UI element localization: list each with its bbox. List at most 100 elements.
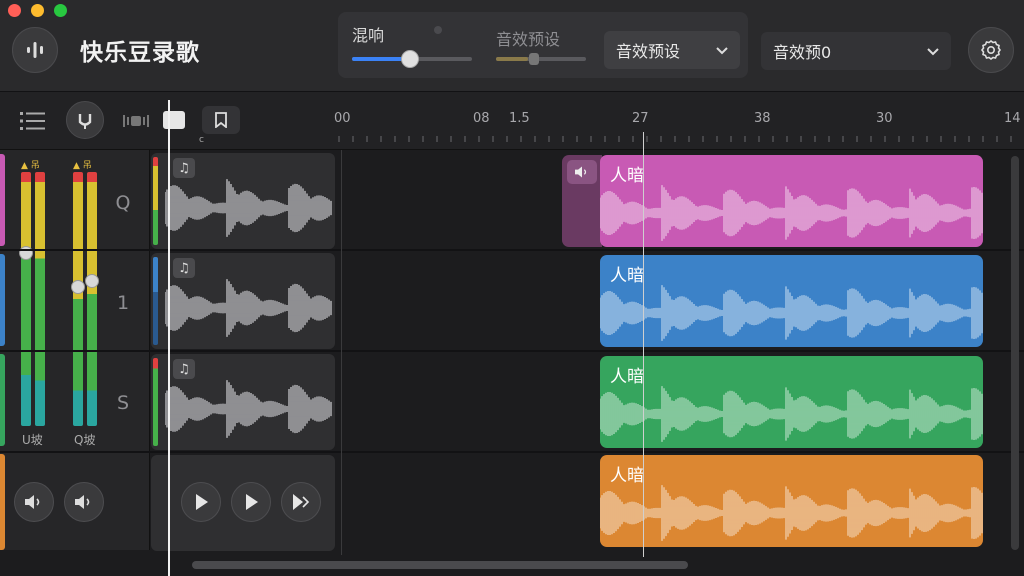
channel-b-label: Q坡 bbox=[74, 433, 96, 447]
list-icon bbox=[20, 112, 45, 130]
tuning-fork-icon bbox=[78, 114, 92, 129]
ruler-label: 38 bbox=[754, 111, 771, 126]
app-waveform-button[interactable] bbox=[12, 27, 58, 73]
tuning-button[interactable] bbox=[66, 101, 104, 139]
horizontal-scrollbar[interactable] bbox=[192, 561, 688, 569]
music-note-icon: ♫ bbox=[173, 158, 195, 178]
track-number: S bbox=[116, 392, 130, 414]
track-color-strip bbox=[0, 154, 5, 246]
preset-label: 音效预设 bbox=[496, 30, 561, 49]
channel-a-label: U坡 bbox=[22, 433, 43, 447]
preset-select-value: 音效预设 bbox=[616, 42, 681, 61]
track-color-strip bbox=[0, 454, 5, 550]
preset-dropdown[interactable]: 音效预0 bbox=[761, 32, 951, 70]
audio-clip[interactable]: 人暗 bbox=[600, 155, 983, 247]
play-track-button[interactable] bbox=[231, 482, 271, 522]
pan-fader[interactable] bbox=[71, 280, 85, 294]
track-header[interactable]: ♫ bbox=[151, 253, 335, 349]
track-level-meter bbox=[153, 257, 158, 345]
ruler-label: 08 bbox=[473, 111, 490, 126]
music-note-icon: ♫ bbox=[173, 258, 195, 278]
play-button[interactable] bbox=[181, 482, 221, 522]
marker-line bbox=[643, 132, 644, 557]
audio-clip[interactable]: 人暗 bbox=[600, 455, 983, 547]
reverb-slider-knob[interactable] bbox=[401, 50, 419, 68]
track-waveform bbox=[165, 279, 332, 337]
pre-roll-region[interactable] bbox=[562, 155, 602, 247]
title-bar: 快乐豆录歌 混响 音效预设 音效预设 音效预0 bbox=[0, 0, 1024, 92]
level-meter-right bbox=[35, 172, 45, 426]
track-list-button[interactable] bbox=[20, 110, 46, 136]
preset-slider[interactable] bbox=[496, 57, 586, 61]
solo-button[interactable] bbox=[64, 482, 104, 522]
playhead-marker-button[interactable] bbox=[163, 111, 185, 129]
ruler-label: 00 bbox=[334, 111, 351, 126]
lane-divider bbox=[0, 451, 1024, 453]
minimize-window-button[interactable] bbox=[31, 4, 44, 17]
reverb-label: 混响 bbox=[352, 26, 385, 45]
chevron-down-icon bbox=[927, 48, 939, 56]
gear-icon bbox=[981, 40, 1001, 60]
close-window-button[interactable] bbox=[8, 4, 21, 17]
track-level-meter bbox=[153, 157, 158, 245]
skip-icon bbox=[293, 494, 310, 510]
track-color-strip bbox=[0, 354, 5, 446]
track-waveform bbox=[165, 380, 332, 438]
reverb-indicator bbox=[434, 26, 442, 34]
speaker-icon bbox=[567, 160, 597, 184]
lane-divider bbox=[0, 350, 1024, 352]
level-meter-right bbox=[87, 172, 97, 426]
track-number: Q bbox=[115, 192, 131, 214]
speaker-icon bbox=[25, 495, 40, 509]
bookmark-icon bbox=[215, 112, 227, 128]
audio-clip[interactable]: 人暗 bbox=[600, 356, 983, 448]
ruler-label: 30 bbox=[876, 111, 893, 126]
skip-button[interactable] bbox=[281, 482, 321, 522]
playhead-position-marker: c bbox=[199, 135, 204, 145]
timeline-ruler[interactable]: 00 08 1.5 27 38 30 14 bbox=[334, 92, 1024, 150]
gain-fader[interactable] bbox=[85, 274, 99, 288]
vertical-scrollbar[interactable] bbox=[1011, 156, 1019, 550]
level-meter-left bbox=[21, 172, 31, 426]
transport-panel bbox=[151, 455, 335, 551]
clip-waveform bbox=[600, 285, 983, 341]
preset-slider-fill bbox=[496, 57, 528, 61]
play-icon bbox=[246, 494, 258, 510]
track-waveform bbox=[165, 179, 332, 237]
speaker-icon bbox=[75, 495, 90, 509]
track-number: 1 bbox=[116, 292, 130, 314]
preset-dropdown-value: 音效预0 bbox=[773, 43, 832, 62]
lane-divider bbox=[0, 249, 1024, 251]
maximize-window-button[interactable] bbox=[54, 4, 67, 17]
ruler-ticks bbox=[338, 136, 1012, 142]
peak-indicator: ▲ 吊 bbox=[73, 161, 92, 171]
grid-line bbox=[341, 150, 342, 555]
effects-panel: 混响 音效预设 音效预设 bbox=[337, 11, 749, 79]
chevron-down-icon bbox=[716, 47, 728, 55]
music-note-icon: ♫ bbox=[173, 359, 195, 379]
bookmark-button[interactable] bbox=[202, 106, 240, 134]
track-level-meter bbox=[153, 358, 158, 446]
preset-select[interactable]: 音效预设 bbox=[604, 31, 740, 69]
audio-clip[interactable]: 人暗 bbox=[600, 255, 983, 347]
play-icon bbox=[196, 494, 208, 510]
track-color-strip bbox=[0, 254, 5, 346]
playhead[interactable] bbox=[168, 100, 170, 576]
level-meter-left bbox=[73, 172, 83, 426]
track-header[interactable]: ♫ bbox=[151, 354, 335, 450]
split-view-button[interactable] bbox=[122, 112, 150, 134]
split-icon bbox=[123, 115, 149, 127]
app-title: 快乐豆录歌 bbox=[80, 40, 200, 66]
peak-indicator: ▲ 吊 bbox=[21, 161, 40, 171]
mute-button[interactable] bbox=[14, 482, 54, 522]
ruler-label: 14 bbox=[1004, 111, 1021, 126]
waveform-icon bbox=[27, 42, 43, 58]
track-header[interactable]: ♫ bbox=[151, 153, 335, 249]
ruler-label: 1.5 bbox=[509, 111, 530, 126]
clip-waveform bbox=[600, 185, 983, 241]
ruler-label: 27 bbox=[632, 111, 649, 126]
preset-slider-knob[interactable] bbox=[529, 53, 539, 65]
settings-button[interactable] bbox=[968, 27, 1014, 73]
clip-waveform bbox=[600, 386, 983, 442]
clip-waveform bbox=[600, 485, 983, 541]
